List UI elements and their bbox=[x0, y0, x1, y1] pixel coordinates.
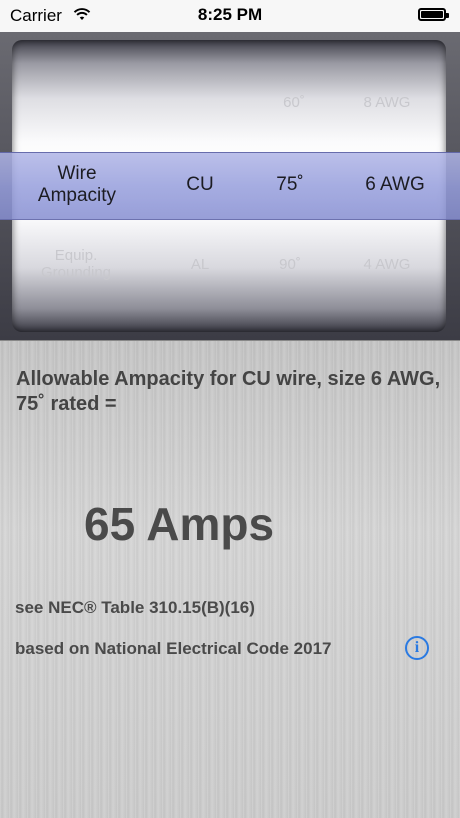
picker-conductor-al[interactable]: AL bbox=[180, 256, 220, 273]
battery-icon bbox=[418, 8, 449, 21]
result-panel: Allowable Ampacity for CU wire, size 6 A… bbox=[0, 340, 460, 818]
picker-size-6awg[interactable]: 6 AWG bbox=[345, 174, 445, 196]
picker-area: Carrier 8:25 PM 60˚ 8 AWG Equip. Groundi… bbox=[0, 0, 460, 340]
picker-selection-row[interactable]: Wire Ampacity CU 75˚ 6 AWG bbox=[0, 152, 460, 220]
picker-type-line2: Ampacity bbox=[37, 185, 117, 206]
result-headline: Allowable Ampacity for CU wire, size 6 A… bbox=[16, 368, 441, 415]
picker-temp-90[interactable]: 90˚ bbox=[270, 256, 310, 273]
picker-type-line1: Equip. bbox=[54, 247, 98, 264]
nec-reference: see NEC® Table 310.15(B)(16) bbox=[15, 598, 255, 617]
code-edition: based on National Electrical Code 2017 bbox=[15, 639, 332, 658]
status-time: 8:25 PM bbox=[197, 5, 263, 24]
status-bar: Carrier 8:25 PM bbox=[0, 0, 460, 32]
info-icon[interactable]: i bbox=[405, 636, 429, 660]
ampacity-value: 65 Amps bbox=[84, 498, 275, 550]
picker-size-4awg[interactable]: 4 AWG bbox=[342, 256, 432, 273]
picker-type-line2: Grounding bbox=[40, 264, 112, 281]
picker-temp-60[interactable]: 60˚ bbox=[274, 94, 314, 111]
picker-type-wire-ampacity[interactable]: Wire Ampacity bbox=[22, 163, 132, 207]
picker-temp-75[interactable]: 75˚ bbox=[268, 174, 312, 196]
picker-size-8awg[interactable]: 8 AWG bbox=[342, 94, 432, 111]
picker-type-line1: Wire bbox=[57, 163, 97, 184]
picker-conductor-cu[interactable]: CU bbox=[178, 174, 222, 196]
picker-type-equip-grounding[interactable]: Equip. Grounding bbox=[26, 247, 126, 281]
